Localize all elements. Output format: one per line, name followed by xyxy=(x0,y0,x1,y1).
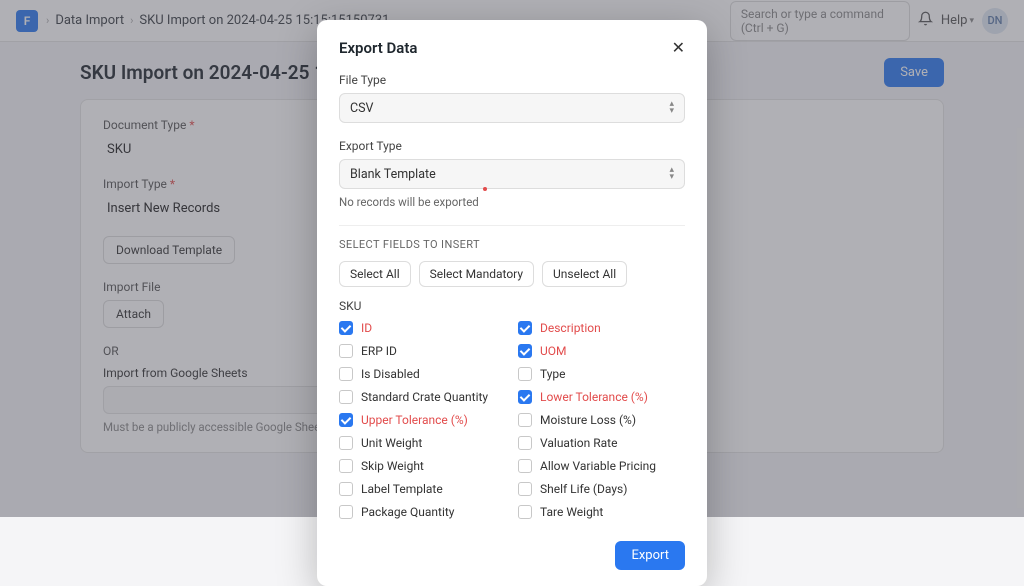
checkbox-label: ID xyxy=(361,321,372,335)
checkbox[interactable] xyxy=(518,413,532,427)
checkbox-label: Skip Weight xyxy=(361,459,424,473)
field-checkbox-row[interactable]: Upper Tolerance (%) xyxy=(339,413,506,427)
sort-icon: ▴▾ xyxy=(669,167,674,181)
checkbox[interactable] xyxy=(339,436,353,450)
field-checkbox-row[interactable]: ID xyxy=(339,321,506,335)
checkbox[interactable] xyxy=(339,413,353,427)
checkbox[interactable] xyxy=(339,321,353,335)
checkbox-label: ERP ID xyxy=(361,344,397,358)
field-checkbox-row[interactable]: Lower Tolerance (%) xyxy=(518,390,685,404)
checkbox[interactable] xyxy=(518,459,532,473)
modal-title: Export Data xyxy=(339,39,417,57)
field-label: File Type xyxy=(339,73,685,87)
checkbox-label: Shelf Life (Days) xyxy=(540,482,627,496)
select-all-button[interactable]: Select All xyxy=(339,261,411,287)
file-type-select[interactable]: CSV ▴▾ xyxy=(339,93,685,123)
field-checkbox-row[interactable]: Is Disabled xyxy=(339,367,506,381)
checkbox-label: Lower Tolerance (%) xyxy=(540,390,648,404)
checkbox-label: UOM xyxy=(540,344,567,358)
unselect-all-button[interactable]: Unselect All xyxy=(542,261,627,287)
field-checkbox-row[interactable]: Valuation Rate xyxy=(518,436,685,450)
checkbox-label: Label Template xyxy=(361,482,443,496)
export-type-select[interactable]: Blank Template ▴▾ xyxy=(339,159,685,189)
checkbox[interactable] xyxy=(339,367,353,381)
divider xyxy=(339,225,685,226)
close-icon[interactable]: ✕ xyxy=(672,38,685,57)
export-note: No records will be exported xyxy=(339,195,685,209)
fields-grid: ID Description ERP ID UOM Is Disabled Type Sta… xyxy=(339,321,685,519)
export-data-modal: Export Data ✕ File Type CSV ▴▾ Export Ty… xyxy=(317,20,707,586)
field-checkbox-row[interactable]: ERP ID xyxy=(339,344,506,358)
export-button[interactable]: Export xyxy=(615,541,685,570)
field-checkbox-row[interactable]: UOM xyxy=(518,344,685,358)
checkbox-label: Standard Crate Quantity xyxy=(361,390,488,404)
field-checkbox-row[interactable]: Unit Weight xyxy=(339,436,506,450)
checkbox[interactable] xyxy=(339,344,353,358)
checkbox[interactable] xyxy=(339,482,353,496)
field-checkbox-row[interactable]: Shelf Life (Days) xyxy=(518,482,685,496)
checkbox-label: Upper Tolerance (%) xyxy=(361,413,468,427)
checkbox[interactable] xyxy=(518,482,532,496)
field-checkbox-row[interactable]: Label Template xyxy=(339,482,506,496)
section-title: SELECT FIELDS TO INSERT xyxy=(339,238,685,251)
field-label: Export Type xyxy=(339,139,685,153)
field-checkbox-row[interactable]: Description xyxy=(518,321,685,335)
checkbox[interactable] xyxy=(518,321,532,335)
field-checkbox-row[interactable]: Standard Crate Quantity xyxy=(339,390,506,404)
indicator-dot xyxy=(483,187,487,191)
checkbox-label: Valuation Rate xyxy=(540,436,617,450)
field-checkbox-row[interactable]: Type xyxy=(518,367,685,381)
checkbox[interactable] xyxy=(518,436,532,450)
checkbox[interactable] xyxy=(339,459,353,473)
checkbox[interactable] xyxy=(518,390,532,404)
checkbox-label: Unit Weight xyxy=(361,436,422,450)
checkbox-label: Is Disabled xyxy=(361,367,420,381)
checkbox[interactable] xyxy=(518,344,532,358)
field-checkbox-row[interactable]: Moisture Loss (%) xyxy=(518,413,685,427)
field-checkbox-row[interactable]: Allow Variable Pricing xyxy=(518,459,685,473)
checkbox[interactable] xyxy=(518,367,532,381)
checkbox-label: Type xyxy=(540,367,566,381)
sort-icon: ▴▾ xyxy=(669,101,674,115)
group-label: SKU xyxy=(339,299,685,313)
field-checkbox-row[interactable]: Skip Weight xyxy=(339,459,506,473)
checkbox[interactable] xyxy=(339,390,353,404)
checkbox-label: Allow Variable Pricing xyxy=(540,459,656,473)
checkbox-label: Description xyxy=(540,321,601,335)
checkbox-label: Moisture Loss (%) xyxy=(540,413,636,427)
select-mandatory-button[interactable]: Select Mandatory xyxy=(419,261,534,287)
